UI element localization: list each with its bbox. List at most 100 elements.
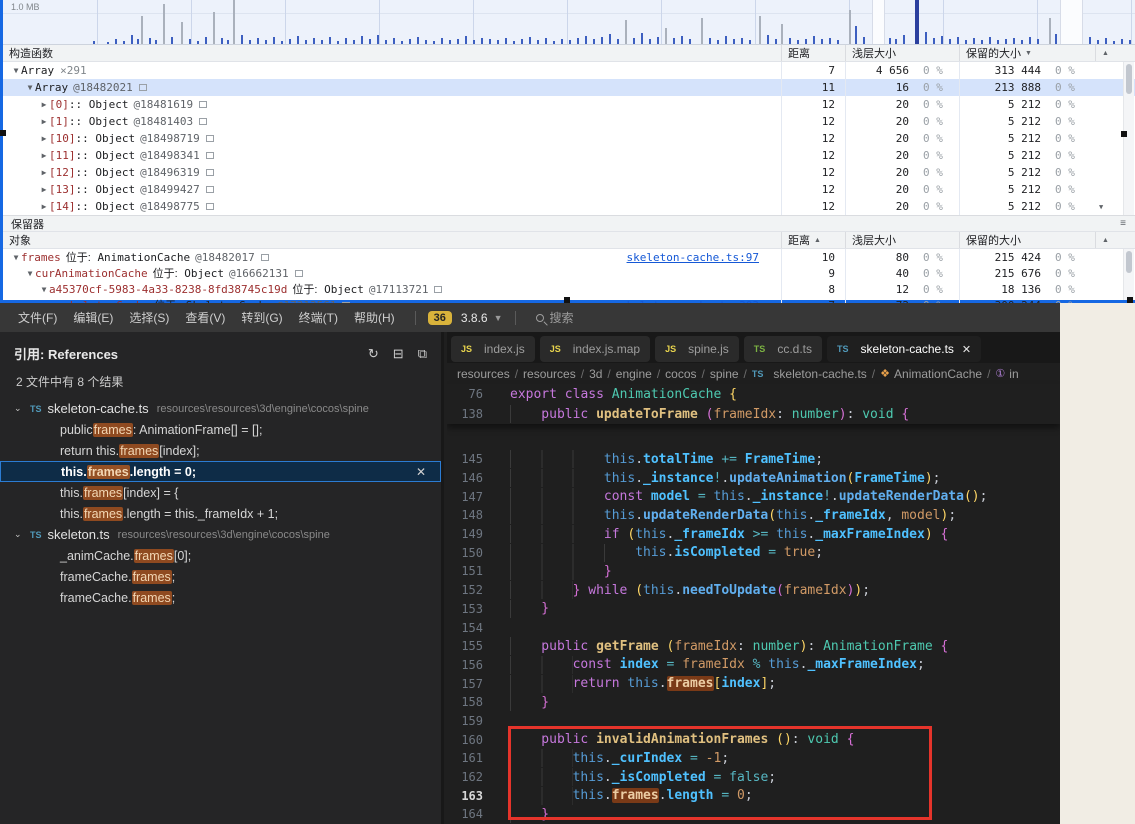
menu-item-帮[interactable]: 帮助(H) (346, 306, 403, 329)
col-ret-retained[interactable]: 保留的大小 (959, 232, 1095, 248)
source-link[interactable]: skeleton-cache.ts:97 (627, 251, 773, 264)
object-preview-icon[interactable] (434, 285, 443, 293)
breadcrumb-item[interactable]: cocos (665, 367, 696, 381)
reference-result-row[interactable]: public frames: AnimationFrame[] = []; (0, 419, 441, 440)
reference-result-row[interactable]: this. frames [index] = { (0, 482, 441, 503)
collapse-arrow-icon[interactable]: ▶ (39, 134, 49, 143)
scroll-down-icon[interactable]: ▼ (1099, 203, 1103, 211)
constructors-scrollbar[interactable] (1123, 62, 1134, 215)
object-preview-icon[interactable] (205, 169, 214, 176)
heap-timeline[interactable]: 1.0 MB (3, 0, 1135, 45)
object-preview-icon[interactable] (294, 269, 303, 277)
refresh-icon[interactable]: ↻ (368, 346, 379, 362)
close-icon[interactable]: ✕ (962, 343, 971, 356)
reference-result-row[interactable]: this. frames .length = 0; ✕ (0, 461, 441, 482)
tab-index.js[interactable]: JS index.js (451, 336, 535, 362)
object-preview-icon[interactable] (205, 186, 214, 193)
close-icon[interactable]: ✕ (416, 465, 426, 479)
tab-index.js.map[interactable]: JS index.js.map (539, 336, 651, 362)
timeline-selection-band[interactable] (1060, 0, 1083, 44)
breadcrumb-item[interactable]: engine (616, 367, 652, 381)
tab-skeleton-cache.ts[interactable]: TS skeleton-cache.ts ✕ (827, 336, 982, 362)
object-preview-icon[interactable] (199, 101, 208, 108)
collapse-arrow-icon[interactable]: ▶ (39, 202, 49, 211)
col-constructor[interactable]: 构造函数 (3, 45, 781, 61)
expand-arrow-icon[interactable]: ▼ (25, 269, 35, 278)
breadcrumb-item[interactable]: ① in (995, 367, 1018, 381)
heap-object-row[interactable]: ▶ [13] :: Object @18499427 12 20 0 % 5 212 0 % (3, 181, 1135, 198)
retainer-row[interactable]: ▼ a45370cf-5983-4a33-8238-8fd38745c19d 位于:… (3, 281, 1135, 297)
chevron-down-icon[interactable]: ⌄ (14, 403, 30, 414)
reference-file-row[interactable]: ⌄ TS skeleton.ts resources\resources\3d\eng… (0, 524, 441, 545)
breadcrumb-item[interactable]: TS skeleton-cache.ts (752, 367, 867, 381)
scroll-up-icon[interactable]: ▲ (1102, 237, 1109, 244)
reference-result-row[interactable]: frameCache. frames; (0, 566, 441, 587)
menu-item-转[interactable]: 转到(G) (233, 306, 290, 329)
expand-arrow-icon[interactable]: ▼ (39, 285, 49, 294)
scrollbar-thumb[interactable] (1126, 251, 1132, 273)
object-preview-icon[interactable] (205, 152, 214, 159)
tab-cc.d.ts[interactable]: TS cc.d.ts (743, 336, 822, 362)
object-preview-icon[interactable] (199, 118, 208, 125)
menu-item-查[interactable]: 查看(V) (177, 306, 233, 329)
collapse-arrow-icon[interactable]: ▶ (39, 185, 49, 194)
col-distance[interactable]: 距离 (781, 45, 845, 61)
heap-object-row[interactable]: ▶ [0] :: Object @18481619 12 20 0 % 5 212 0 % (3, 96, 1135, 113)
collapse-arrow-icon[interactable]: ▶ (39, 117, 49, 126)
object-preview-icon[interactable] (205, 135, 214, 142)
breadcrumb-item[interactable]: 3d (589, 367, 602, 381)
object-preview-icon[interactable] (138, 84, 147, 91)
reference-result-row[interactable]: this. frames .length = this._frameIdx + 1; (0, 503, 441, 524)
heap-object-row[interactable]: ▼ Array ×291 7 4 656 0 % 313 444 0 % (3, 62, 1135, 79)
chevron-down-icon[interactable]: ⌄ (14, 529, 30, 540)
timeline-selection-band[interactable] (872, 0, 885, 44)
menu-item-终[interactable]: 终端(T) (291, 306, 346, 329)
breadcrumb-item[interactable]: resources (523, 367, 576, 381)
clear-all-icon[interactable]: ⧉ (418, 346, 427, 362)
collapse-arrow-icon[interactable]: ▶ (39, 151, 49, 160)
col-shallow-size[interactable]: 浅层大小 (845, 45, 959, 61)
collapse-arrow-icon[interactable]: ▶ (39, 100, 49, 109)
heap-object-row[interactable]: ▶ [1] :: Object @18481403 12 20 0 % 5 212 0 % (3, 113, 1135, 130)
selection-handle[interactable] (1121, 131, 1127, 137)
retainers-scrollbar[interactable] (1123, 249, 1134, 300)
scroll-up-icon[interactable]: ▲ (1102, 50, 1109, 57)
version-label[interactable]: 3.8.6 (461, 311, 488, 325)
heap-object-row[interactable]: ▶ [11] :: Object @18498341 12 20 0 % 5 212 0 % (3, 147, 1135, 164)
retainers-menu-icon[interactable]: ≡ (1120, 218, 1127, 229)
breadcrumb-item[interactable]: resources (457, 367, 510, 381)
col-ret-distance[interactable]: 距离 ▲ (781, 232, 845, 248)
expand-arrow-icon[interactable]: ▼ (11, 66, 21, 75)
reference-result-row[interactable]: frameCache. frames; (0, 587, 441, 608)
heap-object-row[interactable]: ▶ [14] :: Object @18498775 12 20 0 % 5 212 0 % ▼ (3, 198, 1135, 215)
command-center-search[interactable]: 搜索 (535, 309, 574, 326)
menu-item-文[interactable]: 文件(F) (10, 306, 65, 329)
col-retained-size[interactable]: 保留的大小 ▼ (959, 45, 1095, 61)
expand-arrow-icon[interactable]: ▼ (25, 83, 35, 92)
col-object[interactable]: 对象 (3, 232, 781, 248)
code-editor[interactable]: 145 this. totalTime += FrameTime; 146 this. _… (447, 424, 1060, 824)
selection-handle[interactable] (0, 130, 6, 136)
notification-badge[interactable]: 36 (427, 310, 452, 325)
heap-object-row[interactable]: ▶ [10] :: Object @18498719 12 20 0 % 5 212 0 % (3, 130, 1135, 147)
object-preview-icon[interactable] (205, 203, 214, 210)
breadcrumb[interactable]: resources / resources / 3d / engine / cocos / spin… (447, 363, 1060, 384)
object-preview-icon[interactable] (260, 253, 269, 261)
tab-spine.js[interactable]: JS spine.js (655, 336, 739, 362)
reference-result-row[interactable]: _animCache. frames [0]; (0, 545, 441, 566)
retainer-row[interactable]: ▼ curAnimationCache 位于: Object @16662131 9 40… (3, 265, 1135, 281)
col-ret-shallow[interactable]: 浅层大小 (845, 232, 959, 248)
heap-object-row[interactable]: ▶ [12] :: Object @18496319 12 20 0 % 5 212 0 % (3, 164, 1135, 181)
breadcrumb-item[interactable]: ❖ AnimationCache (880, 367, 982, 381)
menu-item-选[interactable]: 选择(S) (121, 306, 177, 329)
expand-arrow-icon[interactable]: ▼ (11, 253, 21, 262)
reference-file-row[interactable]: ⌄ TS skeleton-cache.ts resources\resources\… (0, 398, 441, 419)
collapse-arrow-icon[interactable]: ▶ (39, 168, 49, 177)
scrollbar-thumb[interactable] (1126, 64, 1132, 94)
reference-result-row[interactable]: return this. frames [index]; (0, 440, 441, 461)
collapse-all-icon[interactable]: ⊟ (393, 346, 404, 362)
retainer-row[interactable]: ▼ frames 位于: AnimationCache @18482017 skelet… (3, 249, 1135, 265)
heap-object-row[interactable]: ▼ Array @18482021 11 16 0 % 213 888 0 % (3, 79, 1135, 96)
breadcrumb-item[interactable]: spine (710, 367, 739, 381)
menu-item-编[interactable]: 编辑(E) (65, 306, 121, 329)
